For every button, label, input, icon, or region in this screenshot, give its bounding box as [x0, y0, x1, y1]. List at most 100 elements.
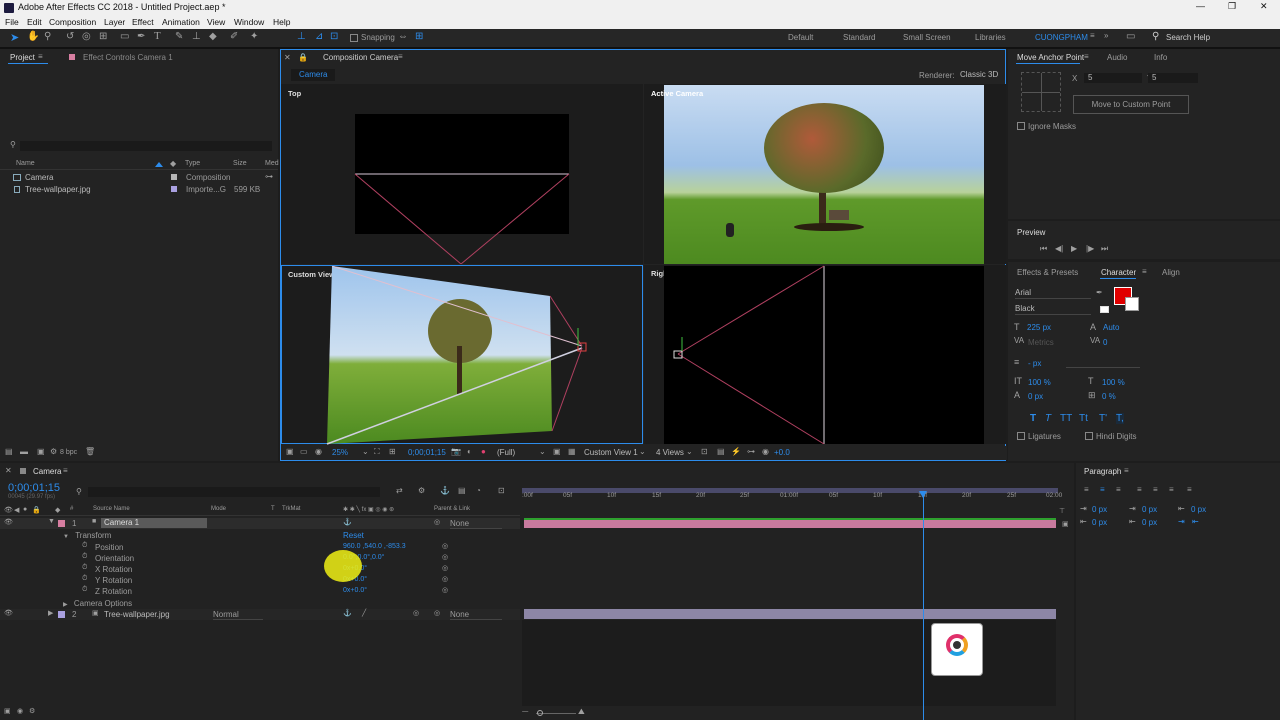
lock-icon[interactable]: 🔒 — [32, 506, 41, 514]
stroke-color-swatch[interactable] — [1125, 297, 1139, 311]
close-tab-icon[interactable]: ✕ — [5, 466, 12, 475]
prop-value[interactable]: 0x+0.0° — [343, 587, 367, 594]
layer-row-tree[interactable]: 👁 ▶ 2 ▣ Tree-wallpaper.jpg Normal ⚓ ╱ ◎ … — [0, 609, 520, 620]
subscript-button[interactable]: T, — [1116, 413, 1124, 424]
col-t[interactable]: T — [271, 506, 275, 512]
mode-dropdown[interactable]: Normal — [213, 610, 263, 620]
prop-value[interactable]: 960.0 ,540.0 ,-853.3 — [343, 543, 406, 550]
indent-right-value[interactable]: 0 px — [1191, 505, 1206, 514]
stopwatch-icon[interactable]: ⏱ — [82, 553, 87, 561]
indent-left-value[interactable]: 0 px — [1092, 505, 1107, 514]
top-view[interactable]: Top — [281, 84, 643, 264]
active-view-dropdown[interactable]: Custom View 1 — [584, 448, 638, 457]
col-mode[interactable]: Mode — [211, 506, 226, 512]
character-tab[interactable]: Character — [1101, 268, 1136, 277]
justify-left-icon[interactable]: ≡ — [1137, 485, 1142, 494]
align-left-icon[interactable]: ≡ — [1084, 485, 1089, 494]
minimize-button[interactable]: — — [1196, 1, 1205, 11]
tsume-value[interactable]: 0 % — [1102, 392, 1116, 401]
interpret-footage-icon[interactable]: ▤ — [5, 447, 13, 456]
menu-composition[interactable]: Composition — [49, 17, 96, 27]
justify-all-icon[interactable]: ≡ — [1187, 485, 1192, 494]
motion-blur-icon[interactable]: ◔ — [476, 486, 481, 495]
project-item-camera[interactable]: Camera Composition ⊶ — [0, 172, 278, 183]
vertical-scale-value[interactable]: 100 % — [1028, 378, 1051, 387]
first-frame-icon[interactable]: ⏮ — [1040, 244, 1047, 254]
view-chevron-icon[interactable]: ⌄ — [639, 447, 646, 456]
align-tab[interactable]: Align — [1162, 268, 1180, 277]
snap-options-icon[interactable]: ⇔ — [398, 31, 408, 42]
stopwatch-icon[interactable]: ⏱ — [82, 542, 87, 550]
stroke-width-value[interactable]: - px — [1028, 359, 1041, 368]
timeline-search-input[interactable] — [88, 487, 380, 497]
menu-window[interactable]: Window — [234, 17, 264, 27]
close-tab-icon[interactable]: ✕ — [284, 53, 291, 62]
transparency-grid-icon[interactable]: ▦ — [568, 447, 576, 456]
layout-chevron-icon[interactable]: ⌄ — [686, 447, 693, 456]
selection-tool-icon[interactable]: ➤ — [10, 31, 19, 44]
roto-brush-tool-icon[interactable]: ✐ — [230, 31, 238, 42]
expand-arrow-icon[interactable]: ▼ — [63, 534, 69, 540]
right-view[interactable]: Right — [644, 265, 1006, 444]
close-button[interactable]: ✕ — [1260, 1, 1268, 12]
shy-switch-icon[interactable]: ⚓ — [343, 609, 352, 617]
maximize-button[interactable]: ❐ — [1228, 1, 1236, 12]
project-settings-icon[interactable]: ⚙ — [50, 447, 57, 456]
x-input[interactable]: 5 — [1084, 73, 1142, 83]
pickwhip-icon[interactable]: ◎ — [434, 518, 440, 526]
show-snapshot-icon[interactable]: ◐ — [467, 447, 472, 456]
layer-row-camera[interactable]: 👁 ▼ 1 ■ Camera 1 ⚓ ◎ None — [0, 518, 520, 529]
expression-pickwhip-icon[interactable]: ◎ — [442, 575, 448, 583]
y-input[interactable]: 5 — [1148, 73, 1198, 83]
panel-menu-icon[interactable]: ≡ — [63, 466, 68, 475]
space-after-value[interactable]: 0 px — [1142, 518, 1157, 527]
axis-view-icon[interactable]: ⊡ — [330, 31, 338, 42]
draft-3d-icon[interactable]: ⚙ — [418, 486, 425, 495]
toggle-switches-icon[interactable]: ▣ — [4, 707, 11, 715]
snapping-checkbox[interactable] — [350, 34, 358, 42]
sync-settings-icon[interactable]: ▭ — [1126, 31, 1135, 42]
rtl-direction-icon[interactable]: ⇤ — [1192, 517, 1199, 526]
rectangle-tool-icon[interactable]: ▭ — [120, 31, 129, 42]
font-size-value[interactable]: 225 px — [1027, 323, 1051, 332]
rotate-tool-icon[interactable]: ↺ — [66, 31, 74, 42]
overflow-icon[interactable]: » — [1104, 31, 1108, 40]
effect-controls-tab[interactable]: Effect Controls Camera 1 — [83, 53, 173, 62]
justify-center-icon[interactable]: ≡ — [1153, 485, 1158, 494]
expression-pickwhip-icon[interactable]: ◎ — [442, 586, 448, 594]
transform-group[interactable]: ▼ Transform — [63, 531, 111, 540]
swap-colors-icon[interactable] — [1100, 306, 1109, 313]
layer-name-field[interactable]: Camera 1 — [101, 518, 207, 528]
panel-menu-icon[interactable]: ≡ — [1084, 52, 1089, 61]
axis-local-icon[interactable]: ⊥ — [297, 31, 306, 42]
col-type[interactable]: Type — [185, 160, 200, 167]
layer-bar-tree[interactable] — [524, 609, 1056, 619]
brush-tool-icon[interactable]: ✎ — [175, 31, 183, 42]
anchor-tab[interactable]: Move Anchor Point — [1017, 53, 1084, 62]
composition-tab[interactable]: Composition Camera — [323, 53, 398, 62]
panel-menu-icon[interactable]: ≡ — [398, 52, 403, 61]
audio-icon[interactable]: ◀ — [14, 506, 19, 514]
bit-depth[interactable]: 8 bpc — [60, 449, 77, 456]
layer-name[interactable]: Tree-wallpaper.jpg — [104, 610, 170, 619]
new-folder-icon[interactable]: ▬ — [20, 447, 28, 456]
pickwhip-icon[interactable]: ◎ — [434, 609, 440, 617]
region-icon[interactable]: ▣ — [553, 447, 561, 456]
comp-button-icon[interactable]: ▣ — [1062, 520, 1069, 528]
info-tab[interactable]: Info — [1154, 53, 1167, 62]
renderer-value[interactable]: Classic 3D — [960, 70, 998, 79]
workspace-menu-icon[interactable]: ≡ — [1090, 31, 1095, 40]
col-media[interactable]: Med — [265, 160, 279, 167]
space-before-value[interactable]: 0 px — [1142, 505, 1157, 514]
help-search-input[interactable]: Search Help — [1166, 33, 1210, 42]
project-item-tree[interactable]: Tree-wallpaper.jpg Importe...G 599 KB — [0, 184, 278, 195]
label-icon[interactable]: ◆ — [55, 506, 60, 514]
snapshot-icon[interactable]: 📷 — [451, 447, 461, 456]
label-swatch[interactable] — [58, 611, 65, 618]
snap-grid-icon[interactable]: ⊞ — [415, 31, 423, 42]
all-caps-button[interactable]: TT — [1060, 413, 1072, 424]
align-center-icon[interactable]: ≡ — [1100, 485, 1105, 494]
zoom-dropdown-icon[interactable]: ⌄ — [362, 447, 369, 456]
type-tool-icon[interactable]: T — [154, 30, 161, 42]
shy-switch-icon[interactable]: ⚓ — [343, 518, 352, 526]
